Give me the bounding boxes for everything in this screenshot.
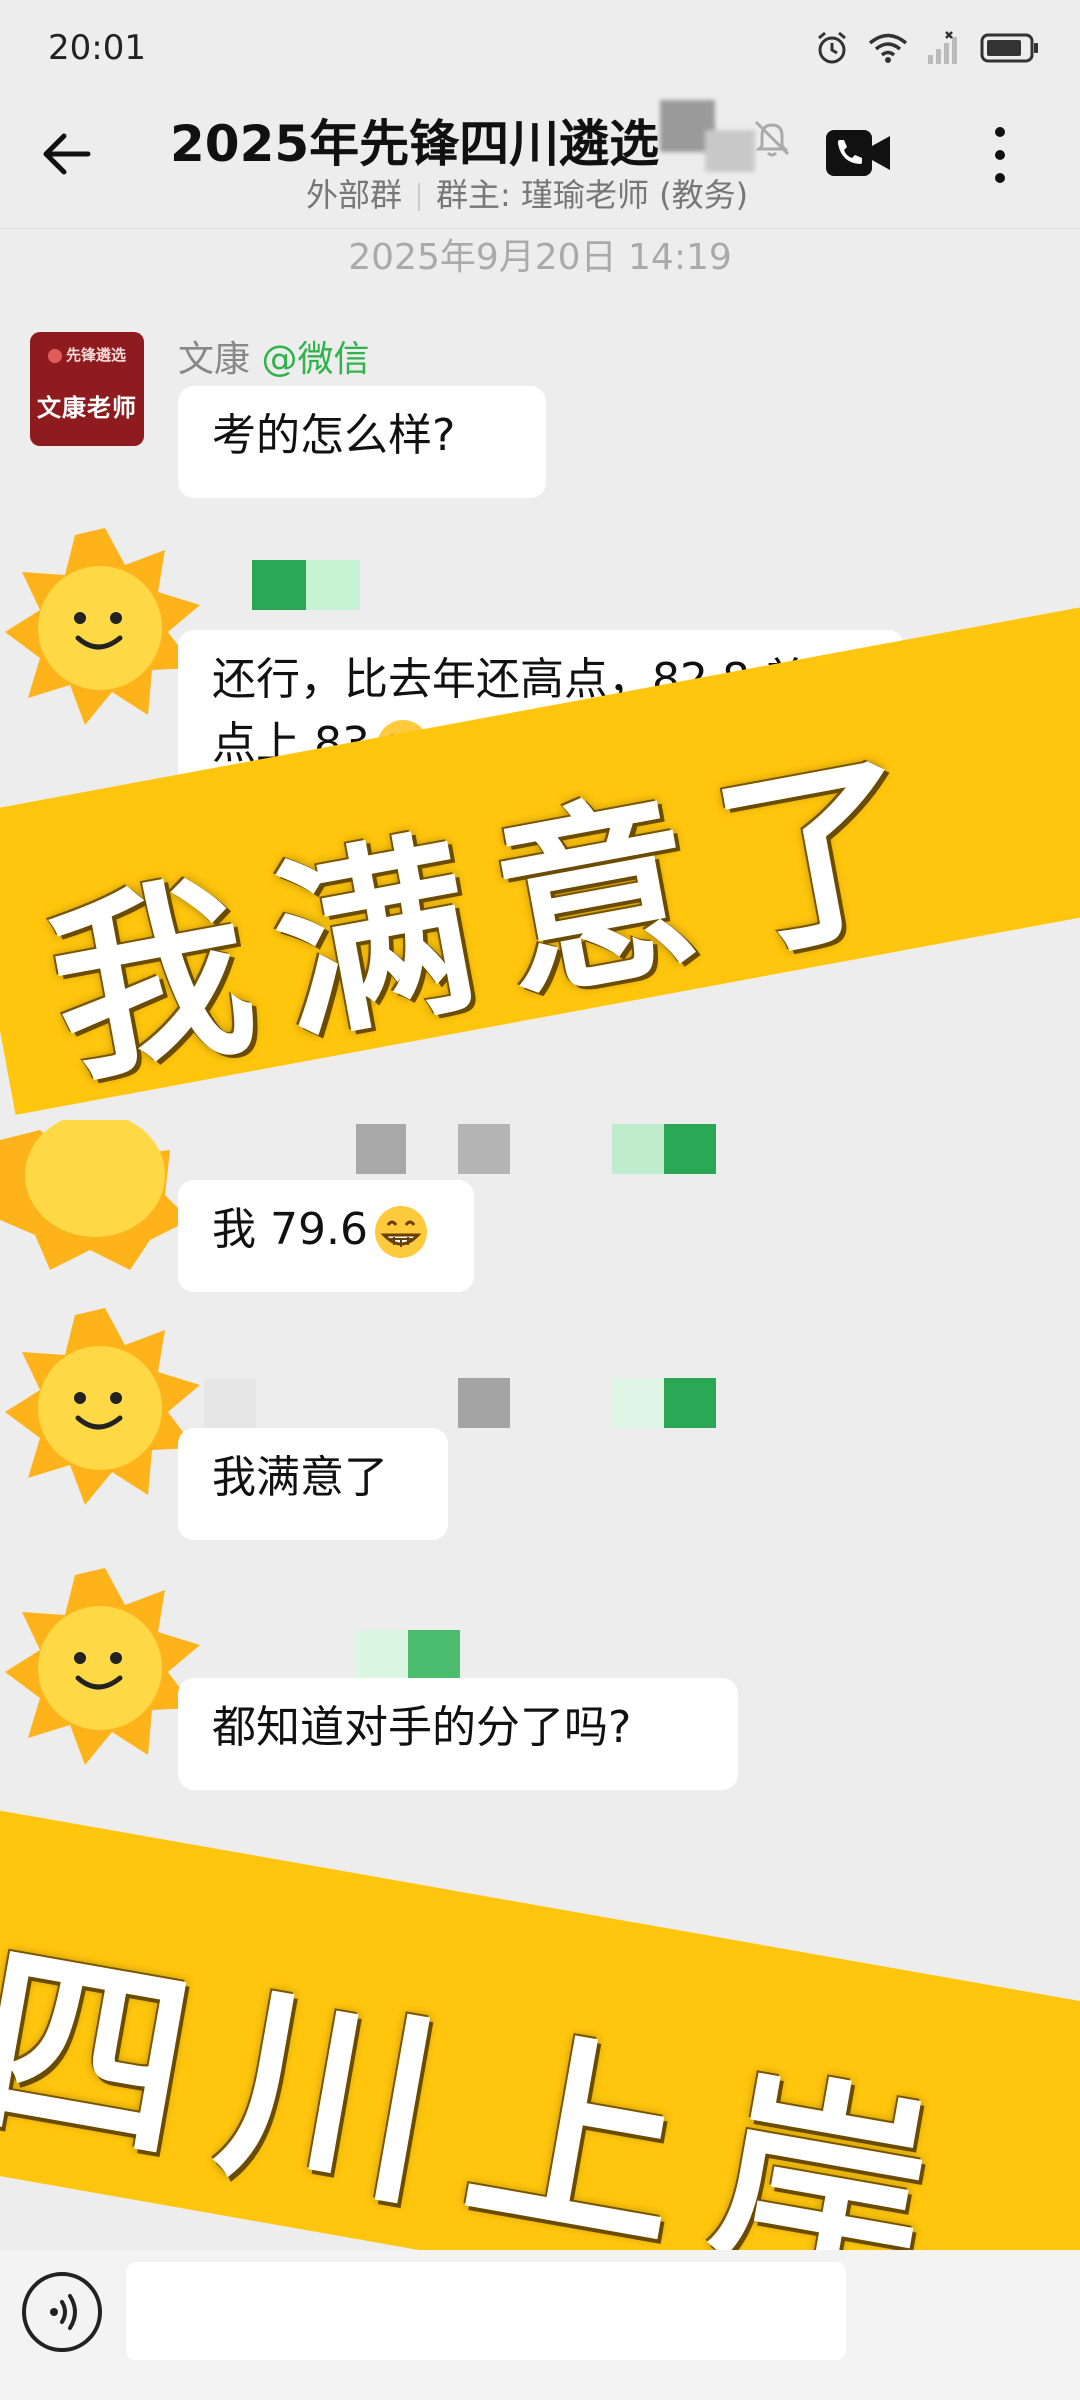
group-owner-label: 群主: 瑾瑜老师 (教务) xyxy=(436,176,749,214)
message-text: 我 79.6 xyxy=(212,1204,368,1255)
battery-icon xyxy=(980,33,1038,63)
message-timestamp: 2025年9月20日 14:19 xyxy=(348,237,732,278)
message-bubble[interactable]: 我满意了 xyxy=(178,1428,448,1540)
sun-sticker-avatar[interactable] xyxy=(0,1120,190,1270)
redacted-mosaic xyxy=(612,1378,664,1428)
input-bar xyxy=(0,2250,1080,2400)
divider xyxy=(418,183,421,211)
voice-icon xyxy=(50,2294,77,2330)
banner-top-text: 我满意了 xyxy=(34,720,965,1112)
message-text: 我满意了 xyxy=(212,1452,388,1503)
redacted-mosaic xyxy=(356,1630,408,1680)
redacted-mosaic xyxy=(252,560,306,610)
message-input[interactable] xyxy=(126,2262,846,2360)
group-type-label: 外部群 xyxy=(306,176,403,214)
status-bar: 20:01 xyxy=(0,0,1080,100)
message-bubble[interactable]: 考的怎么样? xyxy=(178,386,546,498)
video-call-icon[interactable] xyxy=(824,126,892,180)
message-bubble[interactable]: 都知道对手的分了吗? xyxy=(178,1678,738,1790)
signal-icon xyxy=(928,31,957,64)
redacted-mosaic xyxy=(356,1124,406,1174)
wifi-icon xyxy=(868,33,908,63)
redacted-mosaic xyxy=(458,1378,510,1428)
alarm-icon xyxy=(818,31,846,64)
redacted-mosaic xyxy=(204,1378,256,1428)
status-time: 20:01 xyxy=(48,28,146,68)
redacted-mosaic xyxy=(306,560,360,610)
redacted-mosaic xyxy=(664,1378,716,1428)
redacted-mosaic xyxy=(408,1630,460,1680)
avatar-name: 文康老师 xyxy=(37,393,137,422)
avatar[interactable]: 先锋遴选 文康老师 xyxy=(30,332,144,446)
message-bubble[interactable]: 我 79.6 xyxy=(178,1180,474,1292)
chat-subtitle: 外部群 群主: 瑾瑜老师 (教务) xyxy=(306,170,748,216)
redacted-mosaic xyxy=(458,1124,510,1174)
sender-nickname: 文康 xyxy=(178,339,251,380)
message-text: 考的怎么样? xyxy=(212,410,456,461)
message-text: 都知道对手的分了吗? xyxy=(212,1702,632,1753)
redacted-mosaic xyxy=(612,1124,664,1174)
more-options-icon[interactable] xyxy=(980,120,1020,190)
sender-name: 文康 @微信 xyxy=(178,330,369,382)
chat-title: 2025年先锋四川遴选 xyxy=(170,115,660,173)
chat-header: 2025年先锋四川遴选 外部群 群主: 瑾瑜老师 (教务) xyxy=(0,100,1080,229)
mute-bell-icon xyxy=(754,120,790,157)
back-arrow-icon[interactable] xyxy=(36,124,96,184)
sender-source-tag: @微信 xyxy=(261,339,370,380)
status-icons xyxy=(814,30,1040,66)
avatar-logo: 先锋遴选 xyxy=(30,344,144,365)
grinning-emoji-icon xyxy=(374,1206,427,1258)
logo-icon xyxy=(47,348,62,363)
redacted-mosaic xyxy=(705,130,755,172)
redacted-mosaic xyxy=(664,1124,716,1174)
voice-input-button[interactable] xyxy=(22,2272,102,2352)
